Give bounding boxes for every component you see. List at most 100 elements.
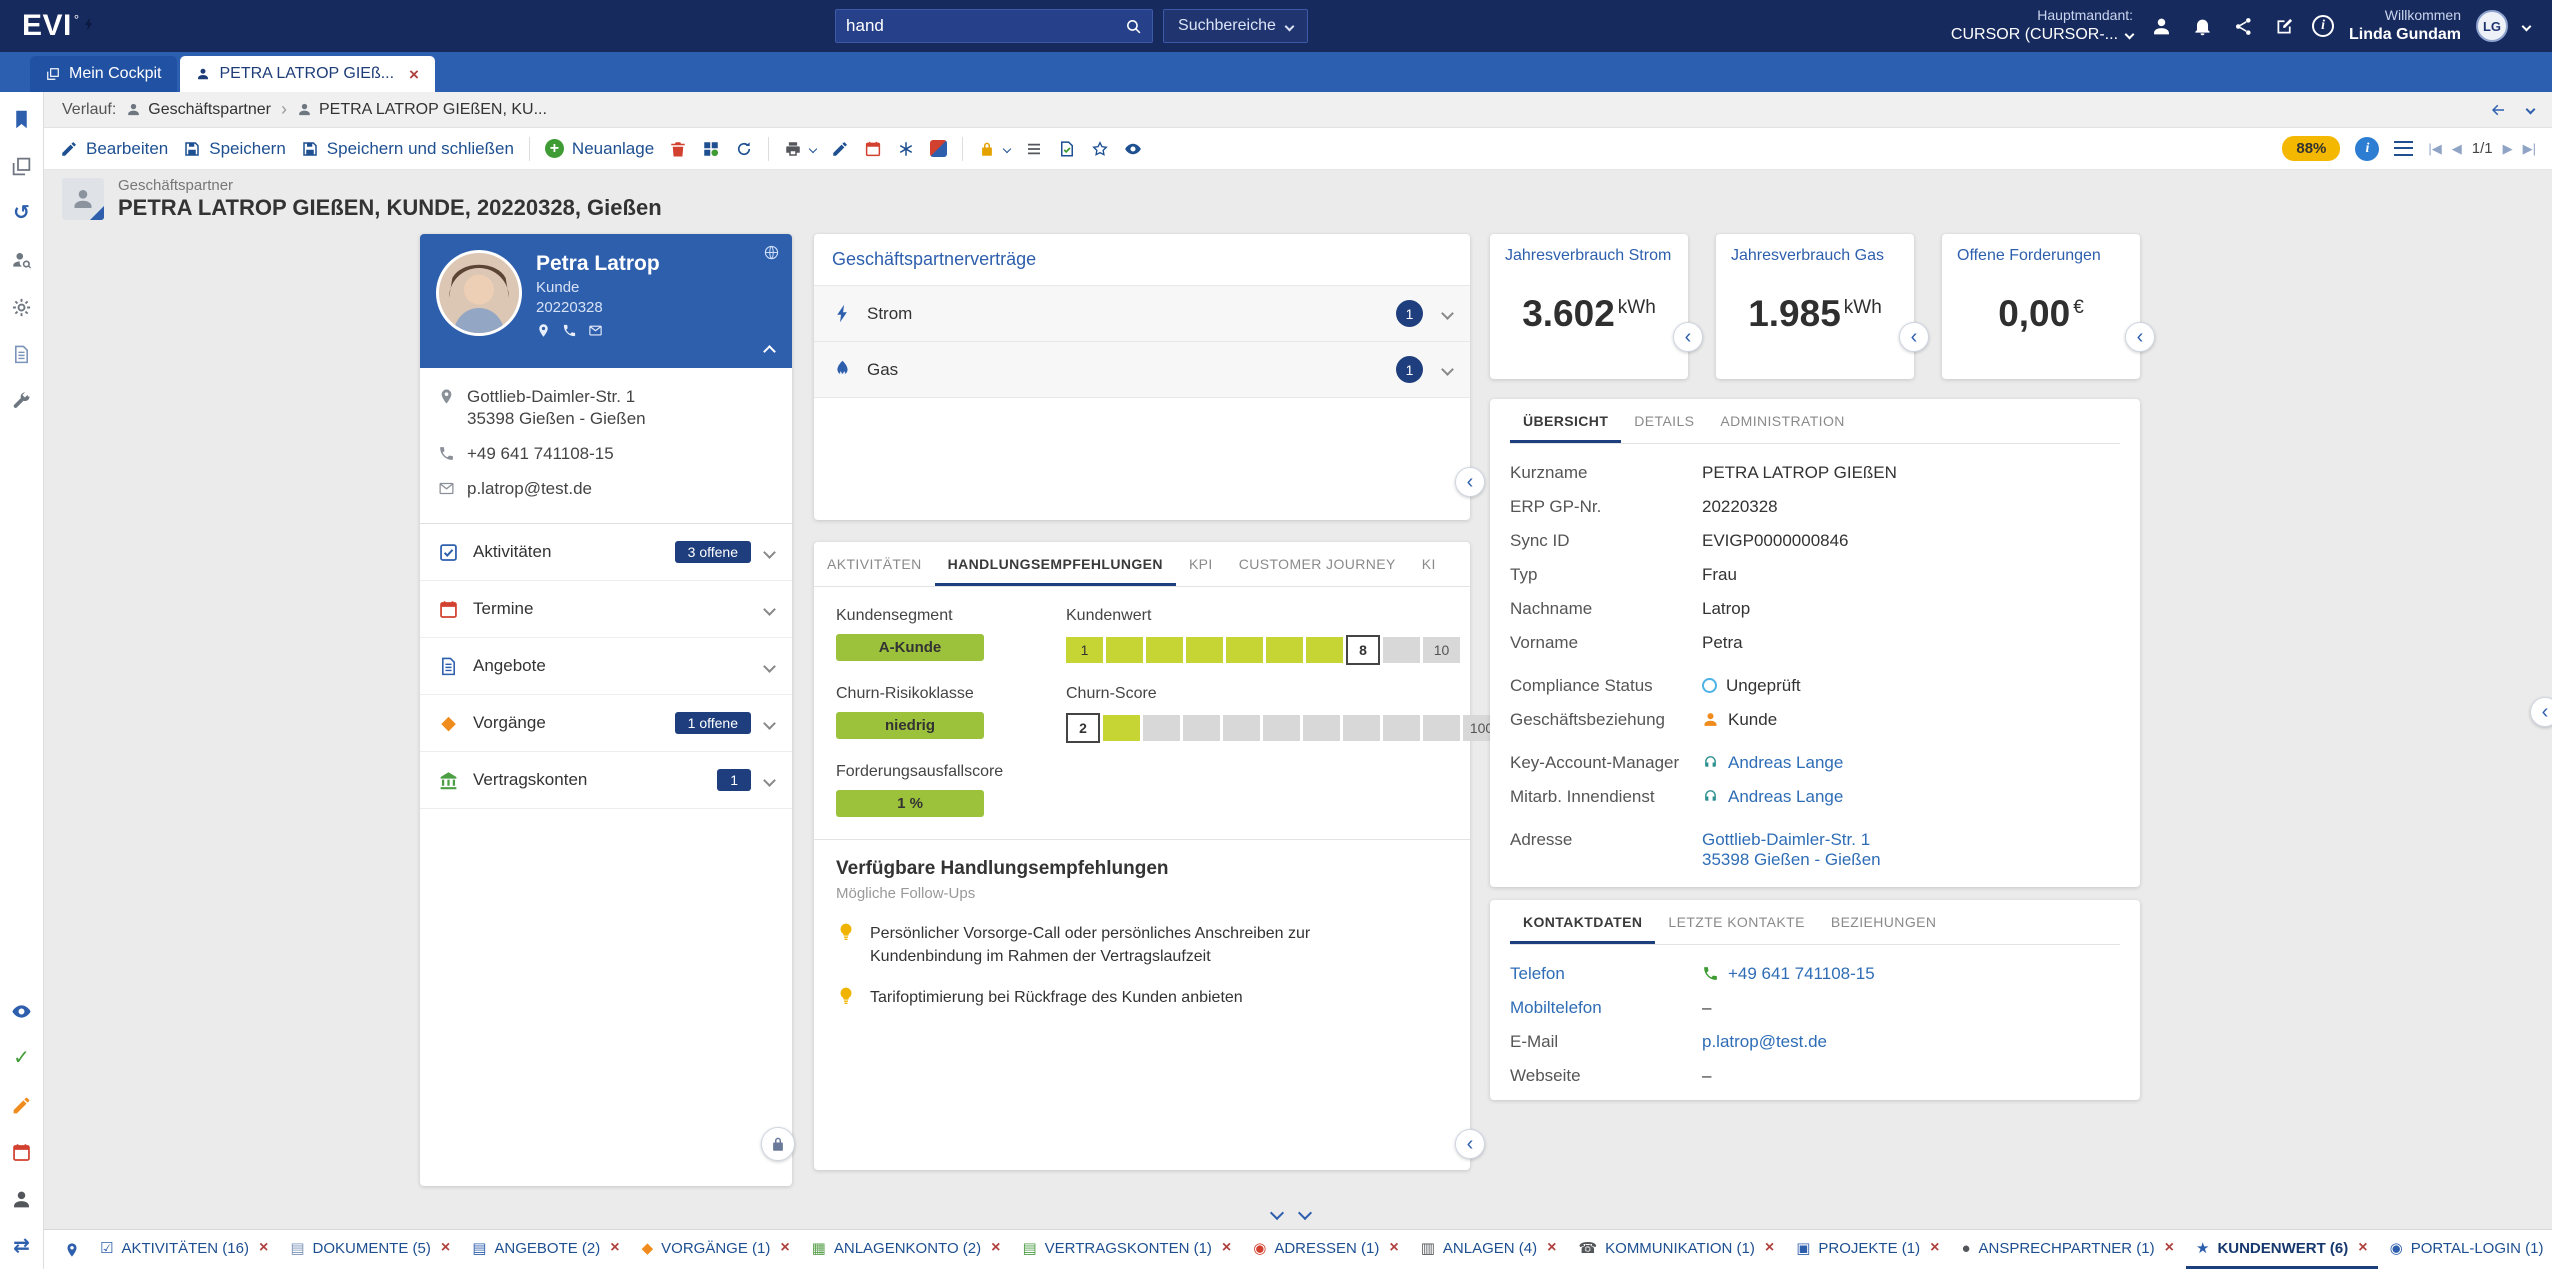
collapse-panels-button[interactable] — [1300, 1206, 1310, 1221]
compose-icon[interactable] — [2271, 13, 2297, 39]
field-value-link[interactable]: p.latrop@test.de — [1702, 1032, 1827, 1052]
delete-button[interactable] — [669, 140, 687, 158]
collapse-panels-button[interactable] — [1272, 1206, 1282, 1221]
bottom-tab-anlagen[interactable]: ▥ANLAGEN (4)× — [1411, 1230, 1567, 1269]
print-button[interactable] — [784, 140, 816, 158]
tab-customer-journey[interactable]: CUSTOMER JOURNEY — [1226, 542, 1409, 586]
check-icon[interactable]: ✓ — [9, 1045, 35, 1071]
gear-icon[interactable] — [9, 294, 35, 320]
close-icon[interactable]: × — [780, 1239, 789, 1257]
field-value-link[interactable]: Andreas Lange — [1728, 753, 1843, 773]
tab-uebersicht[interactable]: ÜBERSICHT — [1510, 399, 1621, 443]
bottom-tab-ansprechpartner[interactable]: ●ANSPRECHPARTNER (1)× — [1951, 1230, 2184, 1269]
close-icon[interactable]: × — [1765, 1239, 1774, 1257]
breadcrumb-item-geschaeftspartner[interactable]: Geschäftspartner — [126, 101, 271, 119]
close-icon[interactable]: × — [441, 1239, 450, 1257]
bottom-tab-projekte[interactable]: ▣PROJEKTE (1)× — [1786, 1230, 1949, 1269]
document-icon[interactable] — [9, 341, 35, 367]
history-back-icon[interactable] — [2489, 101, 2507, 119]
automation-button[interactable] — [897, 140, 915, 158]
last-record-button[interactable]: ▶| — [2523, 141, 2536, 157]
recommendation-item[interactable]: Persönlicher Vorsorge-Call oder persönli… — [836, 922, 1401, 968]
bottom-tab-aktivitaeten[interactable]: ☑AKTIVITÄTEN (16)× — [90, 1230, 278, 1269]
preview-button[interactable] — [1124, 140, 1142, 158]
bottom-tab-anlagenkonto[interactable]: ▦ANLAGENKONTO (2)× — [802, 1230, 1011, 1269]
tab-kontaktdaten[interactable]: KONTAKTDATEN — [1510, 900, 1655, 944]
section-aktivitaeten[interactable]: Aktivitäten 3 offene — [420, 524, 792, 581]
section-vorgaenge[interactable]: ◆ Vorgänge 1 offene — [420, 695, 792, 752]
swap-arrows-icon[interactable]: ⇄ — [9, 1233, 35, 1259]
search-input[interactable] — [846, 16, 1125, 36]
tab-petra-latrop[interactable]: PETRA LATROP GIEß... × — [180, 56, 435, 92]
close-icon[interactable]: × — [259, 1239, 268, 1257]
tab-aktivitaeten[interactable]: AKTIVITÄTEN — [814, 542, 935, 586]
note-pencil-icon[interactable] — [9, 1092, 35, 1118]
tab-letzte-kontakte[interactable]: LETZTE KONTAKTE — [1655, 900, 1817, 944]
search-icon[interactable] — [1125, 18, 1142, 35]
calendar-button[interactable] — [864, 140, 882, 158]
annotate-button[interactable] — [831, 140, 849, 158]
close-icon[interactable]: × — [991, 1239, 1000, 1257]
edit-button[interactable]: Bearbeiten — [60, 139, 168, 159]
prev-record-button[interactable]: ◀ — [2452, 141, 2462, 157]
tab-mein-cockpit[interactable]: Mein Cockpit — [30, 56, 177, 92]
refresh-button[interactable] — [735, 140, 753, 158]
person-search-icon[interactable] — [9, 247, 35, 273]
breadcrumb-item-petra-latrop[interactable]: PETRA LATROP GIEßEN, KU... — [297, 101, 547, 119]
bottom-tab-angebote[interactable]: ▤ANGEBOTE (2)× — [462, 1230, 629, 1269]
close-icon[interactable]: × — [1222, 1239, 1231, 1257]
save-close-button[interactable]: Speichern und schließen — [301, 139, 514, 159]
location-pin-icon[interactable] — [536, 323, 551, 338]
collapse-contracts-panel-button[interactable]: ‹ — [1455, 467, 1485, 497]
collapse-kpi-strom-button[interactable]: ‹ — [1673, 322, 1703, 352]
wrench-icon[interactable] — [9, 388, 35, 414]
tab-details[interactable]: DETAILS — [1621, 399, 1707, 443]
phone-icon[interactable] — [562, 323, 577, 338]
tab-kpi[interactable]: KPI — [1176, 542, 1226, 586]
bottom-tab-adressen[interactable]: ◉ADRESSEN (1)× — [1243, 1230, 1408, 1269]
menu-icon[interactable] — [2394, 141, 2413, 156]
notifications-bell-icon[interactable] — [2189, 13, 2215, 39]
lock-button[interactable] — [761, 1127, 795, 1161]
section-termine[interactable]: Termine — [420, 581, 792, 638]
contract-row-strom[interactable]: Strom 1 — [814, 286, 1470, 342]
save-button[interactable]: Speichern — [183, 139, 286, 159]
user-admin-icon[interactable] — [2148, 13, 2174, 39]
field-value-link[interactable]: Gottlieb-Daimler-Str. 1 35398 Gießen - G… — [1702, 830, 1881, 870]
globe-icon[interactable] — [763, 244, 780, 261]
next-record-button[interactable]: ▶ — [2503, 141, 2513, 157]
search-areas-button[interactable]: Suchbereiche — [1163, 9, 1308, 43]
close-icon[interactable]: × — [2165, 1239, 2174, 1257]
bottom-tab-vertragskonten[interactable]: ▤VERTRAGSKONTEN (1)× — [1012, 1230, 1241, 1269]
share-icon[interactable] — [2230, 13, 2256, 39]
close-icon[interactable]: × — [1547, 1239, 1556, 1257]
field-value-link[interactable]: Andreas Lange — [1728, 787, 1843, 807]
expand-right-panel-button[interactable]: ‹ — [2530, 697, 2552, 727]
bottom-tab-kundenwert[interactable]: ★KUNDENWERT (6)× — [2186, 1230, 2378, 1269]
info-icon[interactable]: i — [2312, 15, 2334, 37]
close-icon[interactable]: × — [409, 66, 419, 83]
close-icon[interactable]: × — [1930, 1239, 1939, 1257]
completeness-badge[interactable]: 88% — [2282, 136, 2340, 161]
info-icon[interactable]: i — [2355, 137, 2379, 161]
close-icon[interactable]: × — [1389, 1239, 1398, 1257]
close-icon[interactable]: × — [2358, 1239, 2367, 1257]
document-check-button[interactable] — [1058, 140, 1076, 158]
field-value-link[interactable]: +49 641 741108-15 — [1728, 964, 1875, 984]
favorite-button[interactable] — [1091, 140, 1109, 158]
section-angebote[interactable]: Angebote — [420, 638, 792, 695]
eye-watch-icon[interactable] — [9, 998, 35, 1024]
client-selector[interactable]: Hauptmandant: CURSOR (CURSOR-... — [1951, 7, 2133, 45]
recommendation-item[interactable]: Tarifoptimierung bei Rückfrage des Kunde… — [836, 986, 1401, 1009]
first-record-button[interactable]: |◀ — [2428, 141, 2441, 157]
bottom-tab-vorgaenge[interactable]: ◆VORGÄNGE (1)× — [632, 1230, 800, 1269]
bookmark-icon[interactable] — [9, 106, 35, 132]
list-view-button[interactable] — [1025, 140, 1043, 158]
collapse-kpi-forderungen-button[interactable]: ‹ — [2125, 322, 2155, 352]
permissions-lock-button[interactable] — [978, 140, 1010, 158]
bottom-tab-kommunikation[interactable]: ☎KOMMUNIKATION (1)× — [1568, 1230, 1784, 1269]
tab-handlungsempfehlungen[interactable]: HANDLUNGSEMPFEHLUNGEN — [935, 542, 1176, 586]
contract-row-gas[interactable]: Gas 1 — [814, 342, 1470, 398]
collapse-recommendations-panel-button[interactable]: ‹ — [1455, 1129, 1485, 1159]
person-out-icon[interactable] — [9, 1186, 35, 1212]
